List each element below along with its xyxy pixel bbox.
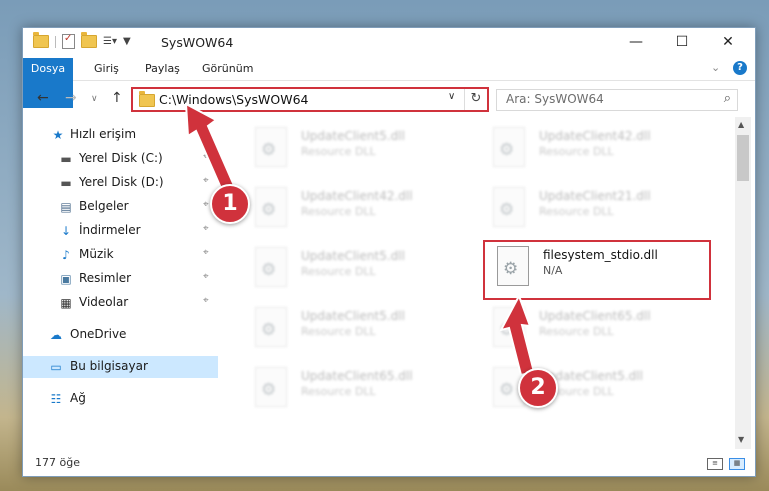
step-1-badge: 1	[210, 184, 250, 224]
arrow-2	[499, 293, 536, 377]
arrow-1	[184, 102, 238, 197]
annotation-arrows	[184, 102, 536, 377]
step-2-badge: 2	[518, 368, 558, 408]
